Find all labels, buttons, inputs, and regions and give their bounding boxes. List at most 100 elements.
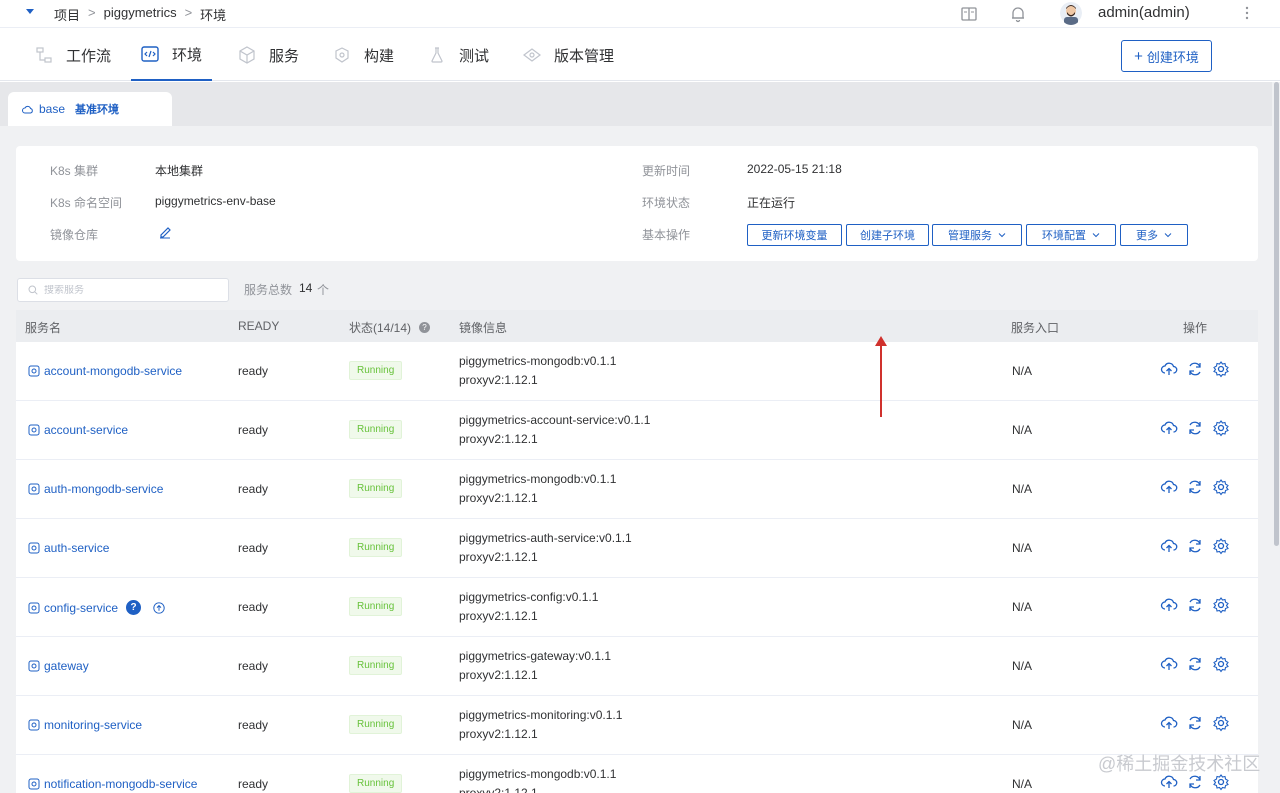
- header-status: 状态(14/14) ?: [349, 319, 431, 336]
- status-badge: Running: [349, 715, 403, 734]
- gear-icon[interactable]: [1212, 360, 1230, 378]
- service-link[interactable]: account-mongodb-service: [28, 364, 182, 378]
- page-scrollbar[interactable]: [1274, 82, 1279, 546]
- upload-cloud-icon[interactable]: [1160, 714, 1178, 732]
- env-tab-base[interactable]: base 基准环境: [8, 92, 172, 126]
- ready-value: ready: [238, 364, 269, 378]
- service-name: config-service: [44, 600, 119, 615]
- gear-icon[interactable]: [1212, 478, 1230, 496]
- tab-build[interactable]: 构建: [332, 29, 394, 81]
- more-button[interactable]: 更多: [1120, 224, 1188, 246]
- service-link[interactable]: account-service: [28, 423, 128, 437]
- row-actions: [1160, 419, 1230, 437]
- service-link[interactable]: config-service?: [28, 600, 165, 615]
- gear-icon[interactable]: [1212, 419, 1230, 437]
- manage-services-label: 管理服务: [948, 230, 992, 242]
- test-icon: [431, 47, 443, 63]
- service-icon: [28, 719, 40, 731]
- env-tab-bar: base 基准环境: [0, 82, 1272, 126]
- image-sidecar: proxyv2:1.12.1: [459, 432, 538, 446]
- bell-icon[interactable]: [1009, 5, 1027, 23]
- gear-icon[interactable]: [1212, 655, 1230, 673]
- env-tab-name: base: [39, 102, 66, 116]
- user-name[interactable]: admin(admin): [1098, 4, 1190, 21]
- help-circle-icon[interactable]: ?: [419, 322, 431, 333]
- tab-label: 工作流: [66, 47, 112, 65]
- image-primary: piggymetrics-account-service:v0.1.1: [459, 413, 651, 427]
- gear-icon[interactable]: [1212, 537, 1230, 555]
- service-link[interactable]: auth-service: [28, 541, 109, 555]
- gear-icon[interactable]: [1212, 596, 1230, 614]
- service-entry: N/A: [1012, 482, 1033, 496]
- gear-icon[interactable]: [1212, 714, 1230, 732]
- refresh-icon[interactable]: [1186, 360, 1204, 378]
- image-primary: piggymetrics-mongodb:v0.1.1: [459, 472, 617, 486]
- service-link[interactable]: gateway: [28, 659, 89, 673]
- service-entry: N/A: [1012, 600, 1033, 614]
- breadcrumb-app[interactable]: piggymetrics: [104, 5, 177, 24]
- upload-cloud-icon[interactable]: [1160, 478, 1178, 496]
- refresh-icon[interactable]: [1186, 478, 1204, 496]
- upload-cloud-icon[interactable]: [1160, 537, 1178, 555]
- tab-services[interactable]: 服务: [237, 29, 299, 81]
- refresh-icon[interactable]: [1186, 655, 1204, 673]
- tab-version[interactable]: 版本管理: [522, 29, 614, 81]
- namespace-label: K8s 命名空间: [50, 196, 123, 210]
- refresh-icon[interactable]: [1186, 419, 1204, 437]
- update-env-vars-button[interactable]: 更新环境变量: [747, 224, 842, 246]
- refresh-icon[interactable]: [1186, 596, 1204, 614]
- edit-icon[interactable]: [158, 225, 172, 239]
- table-row: config-service? ready Running piggymetrics-…: [16, 578, 1258, 637]
- image-sidecar: proxyv2:1.12.1: [459, 609, 538, 623]
- env-config-button[interactable]: 环境配置: [1026, 224, 1116, 246]
- service-count-value: 14: [299, 281, 313, 295]
- breadcrumb-project[interactable]: 项目: [54, 5, 80, 24]
- service-icon: [28, 660, 40, 672]
- service-entry: N/A: [1012, 423, 1033, 437]
- manage-services-button[interactable]: 管理服务: [932, 224, 1022, 246]
- service-link[interactable]: notification-mongodb-service: [28, 777, 197, 791]
- upload-cloud-icon[interactable]: [1160, 360, 1178, 378]
- upload-cloud-icon[interactable]: [1160, 419, 1178, 437]
- service-link[interactable]: auth-mongodb-service: [28, 482, 163, 496]
- help-icon[interactable]: ?: [126, 600, 142, 615]
- main-nav: 工作流 环境 服务 构建 测试 版本管理 + 创建环境: [0, 29, 1280, 81]
- row-actions: [1160, 360, 1230, 378]
- cloud-icon: [22, 105, 33, 113]
- tab-workflow[interactable]: 工作流: [34, 29, 111, 81]
- table-row: auth-service ready Running piggymetrics-aut…: [16, 519, 1258, 578]
- version-icon: [523, 48, 541, 62]
- services-table: 服务名 READY 状态(14/14) ? 镜像信息 服务入口 操作 accou…: [16, 310, 1258, 793]
- cluster-label: K8s 集群: [50, 164, 99, 178]
- upload-cloud-icon[interactable]: [1160, 596, 1178, 614]
- create-environment-button[interactable]: + 创建环境: [1121, 40, 1212, 72]
- breadcrumb-separator: >: [184, 5, 193, 20]
- service-entry: N/A: [1012, 718, 1033, 732]
- service-count-label: 服务总数: [244, 283, 293, 297]
- service-name: account-service: [44, 423, 129, 437]
- update-env-vars-label: 更新环境变量: [761, 230, 828, 242]
- upgrade-icon[interactable]: [153, 601, 165, 614]
- table-row: monitoring-service ready Running piggymetri…: [16, 696, 1258, 755]
- avatar[interactable]: [1060, 1, 1082, 25]
- env-config-label: 环境配置: [1042, 230, 1086, 242]
- row-actions: [1160, 714, 1230, 732]
- refresh-icon[interactable]: [1186, 714, 1204, 732]
- docs-icon[interactable]: [960, 5, 978, 23]
- project-dropdown-icon[interactable]: [26, 9, 34, 14]
- updated-label: 更新时间: [642, 164, 691, 178]
- image-sidecar: proxyv2:1.12.1: [459, 786, 538, 793]
- ready-value: ready: [238, 718, 269, 732]
- row-actions: [1160, 655, 1230, 673]
- tab-environment[interactable]: 环境: [131, 29, 212, 81]
- create-child-env-button[interactable]: 创建子环境: [846, 224, 929, 246]
- tab-test[interactable]: 测试: [427, 29, 489, 81]
- service-link[interactable]: monitoring-service: [28, 718, 142, 732]
- image-primary: piggymetrics-config:v0.1.1: [459, 590, 599, 604]
- search-input[interactable]: [44, 284, 214, 296]
- refresh-icon[interactable]: [1186, 537, 1204, 555]
- table-row: auth-mongodb-service ready Running piggymet…: [16, 460, 1258, 519]
- upload-cloud-icon[interactable]: [1160, 655, 1178, 673]
- more-vertical-icon[interactable]: [1244, 6, 1250, 20]
- image-sidecar: proxyv2:1.12.1: [459, 550, 538, 564]
